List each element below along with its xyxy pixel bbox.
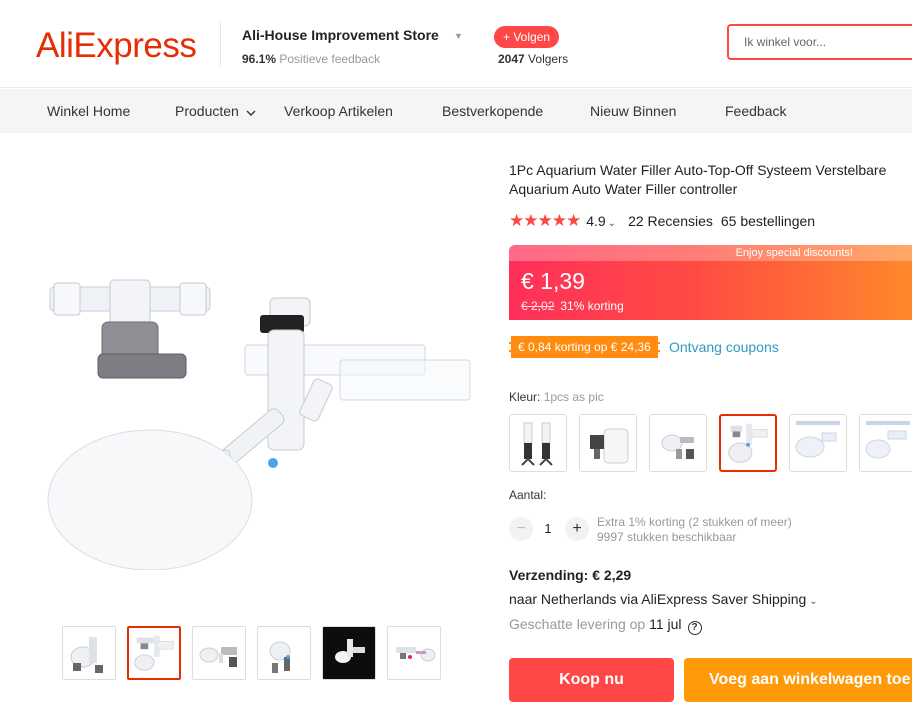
store-search	[727, 24, 912, 60]
quantity-decrease-button[interactable]: −	[509, 517, 533, 541]
header-divider	[220, 22, 221, 66]
estimated-delivery: Geschatte levering op 11 jul?	[509, 616, 702, 635]
followers-number: 2047	[498, 52, 525, 66]
color-value: 1pcs as pic	[543, 390, 604, 404]
sku-option[interactable]	[859, 414, 912, 472]
nav-item-sale[interactable]: Verkoop Artikelen	[284, 103, 393, 119]
nav-item-products[interactable]: Producten	[175, 103, 256, 119]
product-title: 1Pc Aquarium Water Filler Auto-Top-Off S…	[509, 162, 887, 197]
store-feedback: 96.1% Positieve feedback	[242, 52, 380, 66]
follow-button[interactable]: + Volgen	[494, 26, 560, 48]
add-to-cart-button[interactable]: Voeg aan winkelwagen toe	[684, 658, 912, 702]
discount-percent: 31% korting	[560, 299, 624, 313]
thumbnail[interactable]	[127, 626, 181, 680]
followers-count: 2047 Volgers	[498, 52, 568, 66]
promo-banner: Enjoy special discounts!	[509, 245, 912, 261]
original-price-row: € 2,02 31% korting	[521, 299, 624, 313]
quantity-label: Aantal:	[509, 488, 547, 502]
store-header: AliExpress Ali-House Improvement Store ▼…	[0, 0, 912, 88]
quantity-input[interactable]: 1	[539, 521, 557, 536]
aliexpress-logo[interactable]: AliExpress	[36, 26, 197, 66]
delivery-label: Geschatte levering op	[509, 616, 646, 632]
search-input[interactable]	[729, 26, 912, 58]
sku-option[interactable]	[509, 414, 567, 472]
quantity-increase-button[interactable]: +	[565, 517, 589, 541]
caret-down-icon[interactable]: ▼	[454, 31, 463, 41]
feedback-percent: 96.1%	[242, 52, 277, 66]
thumbnail[interactable]	[322, 626, 376, 680]
color-label: Kleur: 1pcs as pic	[509, 390, 604, 404]
reviews-count[interactable]: 22 Recensies	[628, 213, 713, 229]
current-price: € 1,39	[521, 268, 585, 294]
original-price: € 2,02	[521, 299, 555, 313]
nav-item-bestsellers[interactable]: Bestverkopende	[442, 103, 543, 119]
store-name[interactable]: Ali-House Improvement Store	[242, 27, 439, 43]
caret-down-icon[interactable]: ⌄	[608, 218, 616, 229]
chevron-down-icon	[246, 110, 256, 116]
nav-item-feedback[interactable]: Feedback	[725, 103, 786, 119]
shipping-destination[interactable]: naar Netherlands via AliExpress Saver Sh…	[509, 591, 818, 607]
coupon-badge[interactable]: € 0,84 korting op € 24,36	[509, 336, 660, 358]
product-main-image[interactable]	[40, 270, 480, 570]
store-nav: Winkel Home Producten Verkoop Artikelen …	[0, 89, 912, 133]
thumbnail[interactable]	[62, 626, 116, 680]
nav-item-new[interactable]: Nieuw Binnen	[590, 103, 676, 119]
caret-down-icon: ⌄	[809, 596, 818, 607]
get-coupons-link[interactable]: Ontvang coupons	[669, 339, 779, 355]
shipping-destination-text: naar Netherlands via AliExpress Saver Sh…	[509, 591, 807, 607]
thumbnail[interactable]	[387, 626, 441, 680]
rating-stars: ★★★★★	[509, 211, 581, 230]
help-icon[interactable]: ?	[687, 621, 702, 635]
quantity-discount-text: Extra 1% korting (2 stukken of meer)	[597, 515, 792, 529]
rating-value[interactable]: 4.9	[586, 213, 605, 229]
buy-now-button[interactable]: Koop nu	[509, 658, 674, 702]
price-box: Enjoy special discounts! € 1,39 € 2,02 31…	[509, 245, 912, 320]
color-label-text: Kleur:	[509, 390, 541, 404]
quantity-info: Extra 1% korting (2 stukken of meer) 999…	[597, 515, 792, 545]
shipping-price: Verzending: € 2,29	[509, 567, 632, 583]
sku-option[interactable]	[579, 414, 637, 472]
stock-available-text: 9997 stukken beschikbaar	[597, 530, 737, 544]
thumbnail[interactable]	[192, 626, 246, 680]
sku-option[interactable]	[789, 414, 847, 472]
thumbnail[interactable]	[257, 626, 311, 680]
nav-item-products-label: Producten	[175, 103, 239, 119]
delivery-date: 11 jul	[649, 616, 682, 632]
sku-option[interactable]	[649, 414, 707, 472]
sku-option-selected[interactable]	[719, 414, 777, 472]
rating-row: ★★★★★ 4.9 ⌄ 22 Recensies 65 bestellingen	[509, 211, 815, 231]
orders-count: 65 bestellingen	[720, 213, 816, 229]
followers-label: Volgers	[528, 52, 569, 66]
nav-item-home[interactable]: Winkel Home	[47, 103, 130, 119]
feedback-label: Positieve feedback	[279, 52, 381, 66]
